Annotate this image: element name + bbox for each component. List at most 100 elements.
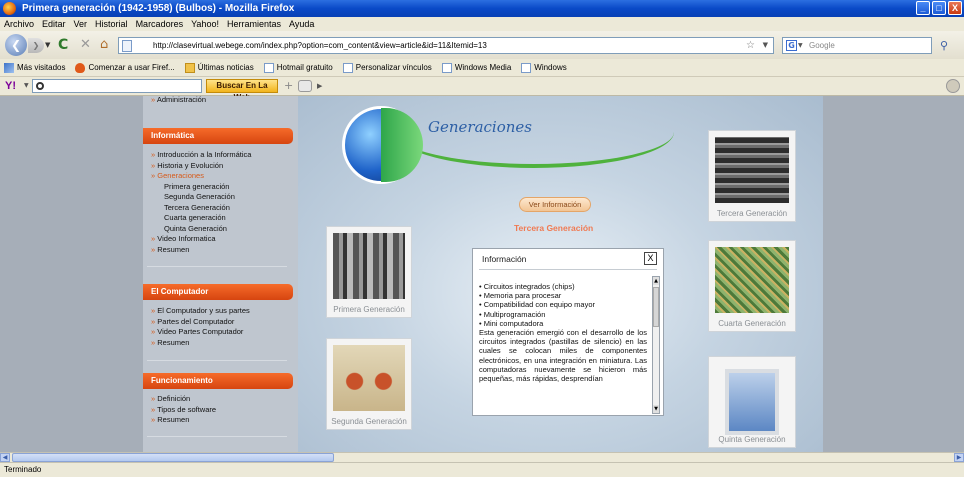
sidebar-item-introduccion[interactable]: Introducción a la Informática (151, 150, 251, 161)
url-dropdown-icon[interactable]: ▼ (763, 38, 768, 53)
computador-menu: El Computador y sus partes Partes del Co… (151, 306, 250, 348)
bookmark-customize-links[interactable]: Personalizar vínculos (342, 62, 432, 73)
divider (147, 266, 287, 267)
sidebar-subitem-cuarta[interactable]: Cuarta generación (151, 213, 251, 224)
card-quinta-generacion[interactable]: Quinta Generación (708, 356, 796, 448)
menu-marcadores[interactable]: Marcadores (136, 17, 184, 31)
sidebar-subitem-tercera[interactable]: Tercera Generación (151, 203, 251, 214)
card-tercera-generacion[interactable]: Tercera Generación (708, 130, 796, 222)
menu-bar: Archivo Editar Ver Historial Marcadores … (0, 17, 964, 31)
yahoo-toolbar: Y! ▼ Buscar En La Web + ▶ (0, 77, 964, 102)
bookmark-hotmail[interactable]: Hotmail gratuito (263, 62, 333, 73)
sidebar-subitem-segunda[interactable]: Segunda Generación (151, 192, 251, 203)
yahoo-logo-icon[interactable]: Y! (5, 79, 16, 93)
menu-ayuda[interactable]: Ayuda (289, 17, 314, 31)
scroll-up-icon[interactable]: ▲ (653, 277, 659, 285)
page-title: Generaciones (428, 118, 532, 136)
home-icon[interactable]: ⌂ (100, 37, 108, 53)
minimize-button[interactable]: _ (916, 1, 930, 15)
sidebar-item-resumen-2[interactable]: Resumen (151, 338, 250, 349)
horizontal-scrollbar[interactable]: ◀ ▶ (0, 452, 964, 462)
popup-scrollbar[interactable]: ▲ ▼ (652, 276, 660, 414)
scroll-right-icon[interactable]: ▶ (954, 453, 964, 462)
stop-icon[interactable]: ✕ (80, 37, 91, 53)
search-icon (36, 82, 44, 90)
sidebar-item-computador-partes[interactable]: El Computador y sus partes (151, 306, 250, 317)
reload-icon[interactable]: C (58, 37, 68, 53)
sidebar-item-historia[interactable]: Historia y Evolución (151, 161, 251, 172)
divider (479, 269, 657, 270)
status-bar: Terminado (0, 462, 964, 477)
sidebar-item-definicion[interactable]: Definición (151, 394, 216, 405)
yahoo-search-button[interactable]: Buscar En La Web (206, 79, 278, 102)
section-header-informatica: Informática (143, 128, 293, 144)
window-title: Primera generación (1942-1958) (Bulbos) … (22, 3, 295, 14)
popup-bullet: • Compatibilidad con equipo mayor (479, 300, 596, 310)
bookmark-windows[interactable]: Windows (521, 62, 567, 73)
yahoo-search-input[interactable] (32, 79, 202, 93)
window-titlebar: Primera generación (1942-1958) (Bulbos) … (0, 0, 964, 17)
popup-bullet: • Mini computadora (479, 318, 544, 328)
popup-bullet: • Memoria para procesar (479, 291, 562, 301)
menu-editar[interactable]: Editar (42, 17, 66, 31)
bookmark-most-visited[interactable]: Más visitados (4, 62, 65, 73)
primera-generacion-image (333, 233, 405, 299)
scroll-thumb[interactable] (653, 287, 659, 327)
page-icon (122, 40, 132, 52)
sidebar-subitem-quinta[interactable]: Quinta Generación (151, 224, 251, 235)
scroll-thumb[interactable] (12, 453, 334, 462)
close-button[interactable]: X (948, 1, 962, 15)
ver-informacion-button[interactable]: Ver Información (519, 197, 591, 212)
url-bar[interactable]: http://clasevirtual.webege.com/index.php… (118, 37, 774, 54)
toolbar-settings-icon[interactable] (946, 79, 960, 93)
bookmark-latest-news[interactable]: Últimas noticias (184, 62, 254, 73)
menu-ver[interactable]: Ver (74, 17, 88, 31)
section-header-funcionamiento: Funcionamiento (143, 373, 293, 389)
popup-paragraph: Esta generación emergió con el desarroll… (479, 328, 647, 384)
popup-close-button[interactable]: X (644, 252, 657, 265)
sidebar-item-video-informatica[interactable]: Video Informatica (151, 234, 251, 245)
card-caption: Quinta Generación (718, 435, 786, 444)
menu-yahoo[interactable]: Yahoo! (191, 17, 219, 31)
scroll-down-icon[interactable]: ▼ (653, 405, 659, 413)
mail-icon[interactable] (298, 80, 312, 92)
menu-herramientas[interactable]: Herramientas (227, 17, 281, 31)
sidebar-item-administracion[interactable]: Administración (151, 96, 206, 106)
google-icon[interactable]: G (786, 40, 797, 51)
scroll-left-icon[interactable]: ◀ (0, 453, 10, 462)
divider (147, 360, 287, 361)
sidebar-item-video-partes[interactable]: Video Partes Computador (151, 327, 250, 338)
maximize-button[interactable]: □ (932, 1, 946, 15)
card-cuarta-generacion[interactable]: Cuarta Generación (708, 240, 796, 332)
search-bar[interactable]: G ▼ Google (782, 37, 932, 54)
search-go-icon[interactable]: ⚲ (940, 39, 948, 52)
sidebar-item-partes[interactable]: Partes del Computador (151, 317, 250, 328)
back-button[interactable]: ❮ (5, 34, 27, 56)
popup-text: • Circuitos integrados (chips) • Memoria… (479, 282, 647, 410)
sidebar-item-resumen-3[interactable]: Resumen (151, 415, 216, 426)
yahoo-dropdown-icon[interactable]: ▼ (24, 82, 29, 89)
bookmarks-toolbar: Más visitados Comenzar a usar Firef... Ú… (0, 59, 964, 77)
bookmark-star-icon[interactable]: ☆ (746, 38, 755, 53)
bookmark-windows-media[interactable]: Windows Media (441, 62, 511, 73)
history-dropdown-icon[interactable]: ▼ (45, 41, 50, 49)
informatica-menu: Introducción a la Informática Historia y… (151, 150, 251, 255)
menu-archivo[interactable]: Archivo (4, 17, 34, 31)
search-input[interactable]: Google (809, 38, 835, 53)
card-segunda-generacion[interactable]: Segunda Generación (326, 338, 412, 430)
bookmark-getting-started[interactable]: Comenzar a usar Firef... (75, 62, 175, 73)
sidebar-item-generaciones[interactable]: Generaciones (151, 171, 251, 182)
logo-swoosh (394, 132, 674, 168)
sidebar-subitem-primera[interactable]: Primera generación (151, 182, 251, 193)
card-primera-generacion[interactable]: Primera Generación (326, 226, 412, 318)
sidebar-item-resumen-1[interactable]: Resumen (151, 245, 251, 256)
search-engine-dropdown-icon[interactable]: ▼ (798, 38, 803, 53)
forward-button[interactable]: ❯ (28, 38, 44, 53)
page-content: Administración Informática Introducción … (0, 96, 964, 452)
toolbar-arrow-icon[interactable]: ▶ (317, 80, 322, 92)
divider (147, 436, 287, 437)
sidebar-item-tipos-software[interactable]: Tipos de software (151, 405, 216, 416)
card-caption: Primera Generación (333, 305, 405, 314)
yahoo-add-icon[interactable]: + (284, 79, 293, 93)
menu-historial[interactable]: Historial (95, 17, 128, 31)
